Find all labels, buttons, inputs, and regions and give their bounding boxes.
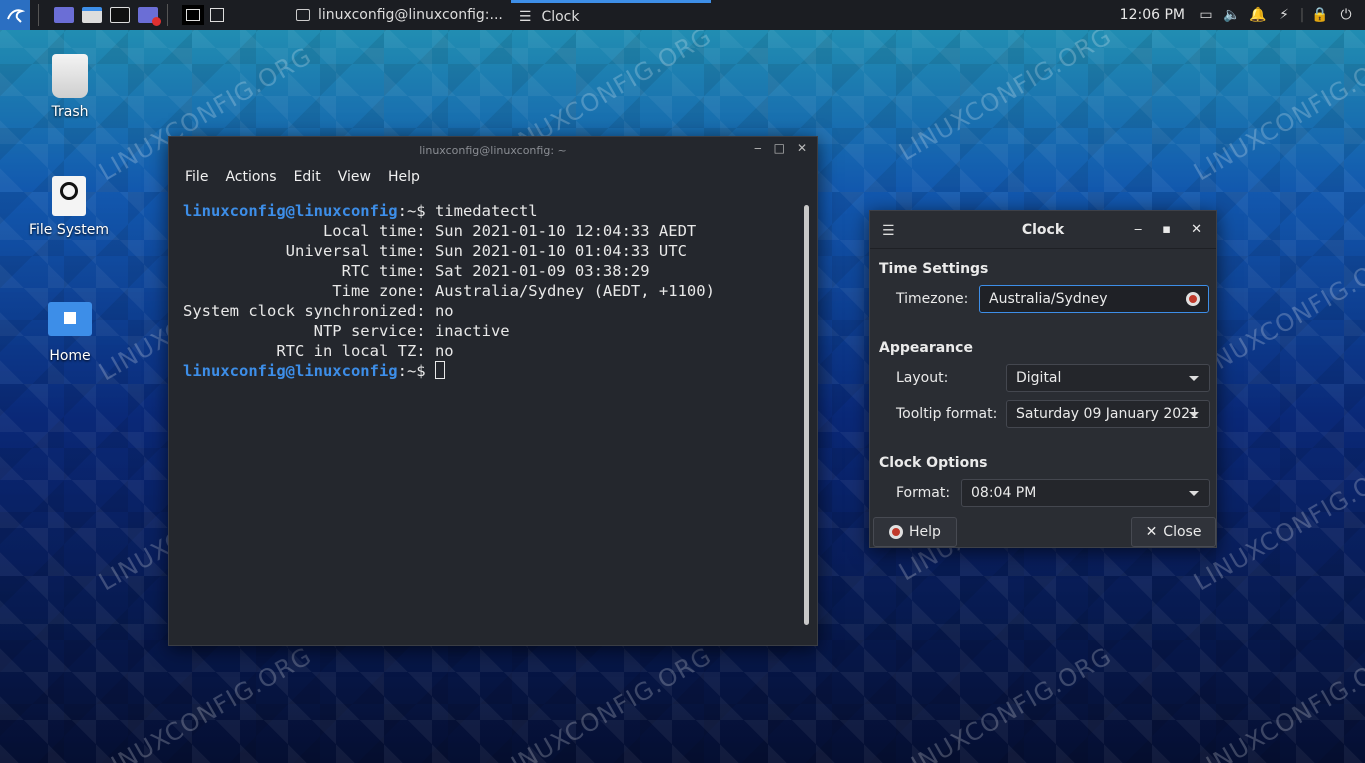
desktop-icon-file-system[interactable]: File System xyxy=(24,176,114,238)
home-folder-icon xyxy=(48,302,92,336)
power-manager-icon[interactable]: ⚡ xyxy=(1271,7,1297,23)
notification-bell-icon[interactable]: 🔔 xyxy=(1245,7,1271,23)
terminal-window[interactable]: linuxconfig@linuxconfig: ~ ‒ □ ✕ File Ac… xyxy=(168,136,818,646)
format-value: 08:04 PM xyxy=(971,485,1037,501)
desktop-icon-label: File System xyxy=(28,222,110,238)
terminal-output[interactable]: linuxconfig@linuxconfig:~$ timedatectl L… xyxy=(169,191,817,381)
screen-recorder-icon[interactable] xyxy=(137,5,161,26)
appearance-heading: Appearance xyxy=(879,340,973,356)
output-line: RTC in local TZ: no xyxy=(183,342,454,360)
task-clock-label: Clock xyxy=(541,8,580,25)
terminal-title: linuxconfig@linuxconfig: ~ xyxy=(419,143,567,157)
close-icon[interactable]: ✕ xyxy=(797,141,807,155)
tooltip-format-select[interactable]: Saturday 09 January 2021 xyxy=(1006,400,1210,428)
close-button[interactable]: ✕ Close xyxy=(1131,517,1216,547)
layout-value: Digital xyxy=(1016,370,1062,386)
terminal-task-icon xyxy=(296,9,310,21)
workspace-1-icon[interactable] xyxy=(182,5,204,25)
minimize-icon[interactable]: ‒ xyxy=(754,141,762,155)
watermark: LINUXCONFIG.ORG xyxy=(1189,641,1365,763)
clear-icon[interactable] xyxy=(1186,292,1200,306)
volume-icon[interactable]: 🔈 xyxy=(1219,7,1245,23)
output-line: Universal time: Sun 2021-01-10 01:04:33 … xyxy=(183,242,687,260)
menu-edit[interactable]: Edit xyxy=(294,169,321,185)
layout-label: Layout: xyxy=(896,370,949,386)
maximize-icon[interactable]: □ xyxy=(774,141,785,155)
chevron-down-icon xyxy=(1189,376,1199,381)
time-settings-heading: Time Settings xyxy=(879,261,989,277)
maximize-icon[interactable]: ▪ xyxy=(1162,222,1171,237)
menu-actions[interactable]: Actions xyxy=(225,169,276,185)
watermark: LINUXCONFIG.ORG xyxy=(494,641,717,763)
drive-icon xyxy=(52,176,86,216)
prompt-suffix: :~$ xyxy=(397,362,435,380)
close-icon: ✕ xyxy=(1145,524,1158,540)
close-icon[interactable]: ✕ xyxy=(1191,222,1202,237)
prompt-line: linuxconfig@linuxconfig:~$ xyxy=(183,361,817,381)
tooltip-format-value: Saturday 09 January 2021 xyxy=(1016,406,1199,422)
clock-options-heading: Clock Options xyxy=(879,455,988,471)
prompt-suffix: :~$ xyxy=(397,202,435,220)
terminal-titlebar[interactable]: linuxconfig@linuxconfig: ~ ‒ □ ✕ xyxy=(169,137,817,163)
task-terminal[interactable]: linuxconfig@linuxconfig:... xyxy=(288,0,511,30)
format-select[interactable]: 08:04 PM xyxy=(961,479,1210,507)
workspace-2-icon[interactable] xyxy=(206,5,228,25)
desktop-icon-home[interactable]: Home xyxy=(25,298,115,364)
power-icon[interactable]: ⏻ xyxy=(1333,7,1359,23)
desktop-icon-label: Home xyxy=(49,348,91,364)
output-line: RTC time: Sat 2021-01-09 03:38:29 xyxy=(183,262,650,280)
trash-icon xyxy=(52,54,88,98)
menu-view[interactable]: View xyxy=(338,169,371,185)
chevron-down-icon xyxy=(1189,491,1199,496)
chevron-down-icon xyxy=(1189,412,1199,417)
layout-select[interactable]: Digital xyxy=(1006,364,1210,392)
prompt-user: linuxconfig@linuxconfig xyxy=(183,202,398,220)
close-label: Close xyxy=(1163,524,1202,540)
clock-dialog[interactable]: ☰ Clock ‒ ▪ ✕ Time Settings Timezone: Au… xyxy=(869,210,1217,548)
watermark: LINUXCONFIG.ORG xyxy=(894,21,1117,167)
help-button[interactable]: Help xyxy=(873,517,957,547)
output-line: System clock synchronized: no xyxy=(183,302,454,320)
timezone-value: Australia/Sydney xyxy=(989,291,1108,307)
output-line: Time zone: Australia/Sydney (AEDT, +1100… xyxy=(183,282,715,300)
watermark: LINUXCONFIG.ORG xyxy=(94,641,317,763)
help-label: Help xyxy=(909,524,941,540)
menu-file[interactable]: File xyxy=(185,169,208,185)
lock-icon[interactable]: 🔒 xyxy=(1307,7,1333,23)
output-line: NTP service: inactive xyxy=(183,322,510,340)
output-line: Local time: Sun 2021-01-10 12:04:33 AEDT xyxy=(183,222,697,240)
show-desktop-icon[interactable] xyxy=(53,5,75,25)
terminal-scrollbar[interactable] xyxy=(804,205,809,625)
system-tray: 12:06 PM ▭ 🔈 🔔 ⚡ | 🔒 ⏻ xyxy=(1120,0,1365,30)
watermark: LINUXCONFIG.ORG xyxy=(1189,41,1365,187)
clock-titlebar[interactable]: ☰ Clock ‒ ▪ ✕ xyxy=(870,211,1216,249)
task-terminal-label: linuxconfig@linuxconfig:... xyxy=(318,7,503,23)
format-label: Format: xyxy=(896,485,951,501)
menu-help[interactable]: Help xyxy=(388,169,420,185)
help-icon xyxy=(889,525,904,539)
command-line: linuxconfig@linuxconfig:~$ timedatectl xyxy=(183,201,817,221)
tooltip-format-label: Tooltip format: xyxy=(896,406,998,422)
top-panel: linuxconfig@linuxconfig:... ☰ Clock 12:0… xyxy=(0,0,1365,30)
clock-time[interactable]: 12:06 PM xyxy=(1120,7,1185,23)
menu-lines-icon: ☰ xyxy=(518,8,532,25)
command: timedatectl xyxy=(434,202,538,220)
minimize-icon[interactable]: ‒ xyxy=(1134,222,1142,237)
terminal-launcher-icon[interactable] xyxy=(109,5,131,25)
display-icon[interactable]: ▭ xyxy=(1193,7,1219,23)
task-clock[interactable]: ☰ Clock xyxy=(510,0,711,30)
separator: | xyxy=(1299,7,1305,23)
kali-menu-icon[interactable] xyxy=(0,0,30,30)
separator xyxy=(167,4,168,26)
separator xyxy=(38,4,39,26)
desktop-icon-label: Trash xyxy=(51,104,89,120)
text-cursor xyxy=(434,361,445,379)
terminal-menubar: File Actions Edit View Help xyxy=(169,163,817,191)
timezone-label: Timezone: xyxy=(896,291,969,307)
watermark: LINUXCONFIG.ORG xyxy=(894,641,1117,763)
file-manager-icon[interactable] xyxy=(81,5,103,25)
prompt-user: linuxconfig@linuxconfig xyxy=(183,362,398,380)
desktop-icon-trash[interactable]: Trash xyxy=(25,54,115,120)
timezone-input[interactable]: Australia/Sydney xyxy=(979,285,1209,313)
